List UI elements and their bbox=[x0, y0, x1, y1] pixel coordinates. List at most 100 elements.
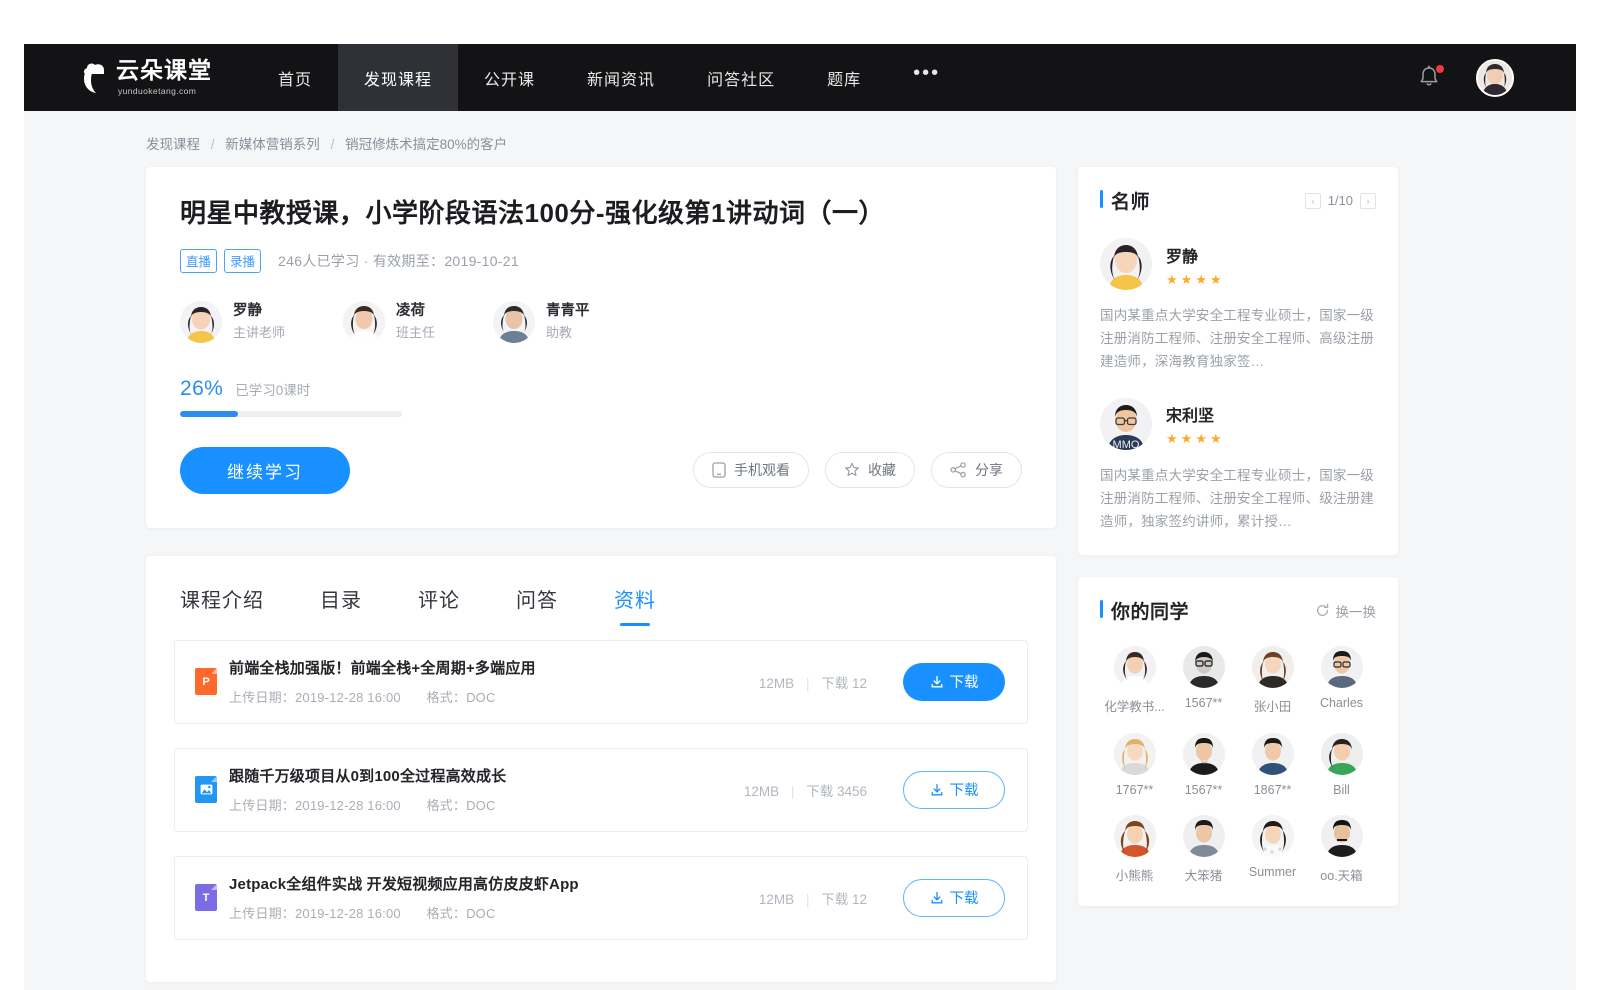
tab-course-intro[interactable]: 课程介绍 bbox=[180, 584, 264, 626]
teacher-role: 助教 bbox=[546, 323, 590, 343]
download-button[interactable]: 下载 bbox=[903, 879, 1005, 917]
list-item[interactable]: 大笨猪 bbox=[1169, 815, 1238, 884]
famous-teacher-description: 国内某重点大学安全工程专业硕士，国家一级注册消防工程师、注册安全工程师、级注册建… bbox=[1100, 464, 1376, 534]
star-icon: ★ bbox=[1166, 273, 1178, 286]
progress-section: 26% 已学习0课时 bbox=[180, 377, 1022, 417]
file-size: 12MB bbox=[759, 676, 794, 691]
download-button[interactable]: 下载 bbox=[903, 771, 1005, 809]
breadcrumb-separator-0: / bbox=[211, 137, 215, 152]
chevron-right-icon[interactable]: › bbox=[1360, 193, 1376, 209]
nav-item-public-class[interactable]: 公开课 bbox=[458, 44, 561, 111]
progress-percent: 26% bbox=[180, 377, 223, 401]
tab-comments[interactable]: 评论 bbox=[418, 584, 460, 626]
avatar bbox=[1183, 815, 1225, 857]
teacher-item[interactable]: 罗静 主讲老师 bbox=[180, 301, 285, 343]
file-stats: 12MB | 下载 12 bbox=[759, 672, 867, 692]
avatar bbox=[1321, 733, 1363, 775]
main-column: 明星中教授课，小学阶段语法100分-强化级第1讲动词（一） 直播 录播 246人… bbox=[146, 167, 1056, 982]
classmate-name: oo.天箱 bbox=[1320, 865, 1362, 884]
list-item[interactable]: oo.天箱 bbox=[1307, 815, 1376, 884]
download-label: 下载 bbox=[950, 887, 979, 908]
classmate-name: 小熊熊 bbox=[1116, 865, 1154, 884]
file-type-icon-image bbox=[195, 776, 217, 803]
avatar: MMO bbox=[1100, 398, 1152, 450]
top-navigation-bar: 云朵课堂 yunduoketang.com 首页 发现课程 公开课 新闻资讯 问… bbox=[24, 44, 1576, 111]
nav-item-question-bank[interactable]: 题库 bbox=[801, 44, 887, 111]
classmate-name: 1567** bbox=[1185, 696, 1223, 710]
progress-bar-fill bbox=[180, 411, 238, 417]
logo-area[interactable]: 云朵课堂 yunduoketang.com bbox=[24, 44, 252, 111]
nav-item-news[interactable]: 新闻资讯 bbox=[561, 44, 681, 111]
list-item[interactable]: Summer bbox=[1238, 815, 1307, 884]
list-item[interactable]: 跟随千万级项目从0到100全过程高效成长 上传日期：2019-12-28 16:… bbox=[174, 748, 1028, 832]
list-item[interactable]: 1567** bbox=[1169, 646, 1238, 715]
file-upload-date: 上传日期：2019-12-28 16:00 bbox=[229, 798, 401, 813]
file-format: 格式：DOC bbox=[426, 798, 495, 813]
chevron-left-icon[interactable]: ‹ bbox=[1305, 193, 1321, 209]
teacher-role: 班主任 bbox=[396, 323, 435, 343]
avatar bbox=[1252, 815, 1294, 857]
list-item[interactable]: 1567** bbox=[1169, 733, 1238, 797]
download-label: 下载 bbox=[950, 779, 979, 800]
course-detail-card: 课程介绍 目录 评论 问答 资料 P 前端全栈加强版！前端全栈+全周期+多端应用… bbox=[146, 556, 1056, 982]
famous-teachers-card: 名师 ‹ 1/10 › bbox=[1078, 167, 1398, 555]
tab-qa[interactable]: 问答 bbox=[516, 584, 558, 626]
star-icon: ★ bbox=[1181, 273, 1193, 286]
continue-learning-button[interactable]: 继续学习 bbox=[180, 447, 350, 494]
teacher-item[interactable]: 凌荷 班主任 bbox=[343, 301, 435, 343]
tab-materials[interactable]: 资料 bbox=[614, 584, 656, 626]
breadcrumb-separator-1: / bbox=[331, 137, 335, 152]
list-item[interactable]: 小熊熊 bbox=[1100, 815, 1169, 884]
classmate-name: 1567** bbox=[1185, 783, 1223, 797]
breadcrumb: 发现课程 / 新媒体营销系列 / 销冠修炼术搞定80%的客户 bbox=[24, 111, 1576, 167]
avatar bbox=[343, 301, 385, 343]
list-item[interactable]: 张小田 bbox=[1238, 646, 1307, 715]
famous-teacher-item[interactable]: MMO 宋利坚 ★ ★ bbox=[1100, 398, 1376, 534]
star-icon: ★ bbox=[1166, 432, 1178, 445]
file-downloads: 下载 12 bbox=[821, 676, 867, 691]
classmate-name: 1867** bbox=[1254, 783, 1292, 797]
main-nav: 首页 发现课程 公开课 新闻资讯 问答社区 题库 ••• bbox=[252, 44, 966, 111]
list-item[interactable]: T Jetpack全组件实战 开发短视频应用高仿皮皮虾App 上传日期：2019… bbox=[174, 856, 1028, 940]
header-actions bbox=[1418, 44, 1576, 111]
pager-counter: 1/10 bbox=[1328, 193, 1353, 208]
download-button[interactable]: 下载 bbox=[903, 663, 1005, 701]
teacher-list: 罗静 主讲老师 bbox=[180, 301, 1022, 343]
file-title: Jetpack全组件实战 开发短视频应用高仿皮皮虾App bbox=[229, 873, 759, 894]
file-title: 前端全栈加强版！前端全栈+全周期+多端应用 bbox=[229, 657, 759, 678]
file-type-icon-ppt: P bbox=[195, 668, 217, 695]
breadcrumb-item-0[interactable]: 发现课程 bbox=[146, 137, 200, 152]
nav-item-qa-community[interactable]: 问答社区 bbox=[681, 44, 801, 111]
cloud-logo-icon bbox=[82, 61, 112, 95]
share-button[interactable]: 分享 bbox=[931, 452, 1022, 488]
nav-item-discover-courses[interactable]: 发现课程 bbox=[338, 44, 458, 111]
breadcrumb-item-1[interactable]: 新媒体营销系列 bbox=[225, 137, 320, 152]
classmates-card: 你的同学 换一换 bbox=[1078, 577, 1398, 906]
classmate-name: Charles bbox=[1320, 696, 1363, 710]
user-avatar[interactable] bbox=[1476, 59, 1514, 97]
list-item[interactable]: Charles bbox=[1307, 646, 1376, 715]
list-item[interactable]: 1767** bbox=[1100, 733, 1169, 797]
avatar bbox=[1321, 815, 1363, 857]
download-label: 下载 bbox=[950, 671, 979, 692]
watch-on-mobile-button[interactable]: 手机观看 bbox=[693, 452, 809, 488]
nav-more-icon[interactable]: ••• bbox=[887, 44, 966, 111]
tab-catalog[interactable]: 目录 bbox=[320, 584, 362, 626]
list-item[interactable]: 化学教书... bbox=[1100, 646, 1169, 715]
download-icon bbox=[930, 783, 944, 797]
list-item[interactable]: Bill bbox=[1307, 733, 1376, 797]
file-title: 跟随千万级项目从0到100全过程高效成长 bbox=[229, 765, 744, 786]
avatar bbox=[493, 301, 535, 343]
famous-teacher-item[interactable]: 罗静 ★ ★ ★ ★ 国内某重点大学安全工程专业硕士，国家一级注册消防工程师、注… bbox=[1100, 238, 1376, 374]
refresh-classmates-button[interactable]: 换一换 bbox=[1315, 601, 1377, 621]
teacher-item[interactable]: 青青平 助教 bbox=[493, 301, 590, 343]
list-item[interactable]: 1867** bbox=[1238, 733, 1307, 797]
avatar bbox=[1183, 646, 1225, 688]
nav-item-home[interactable]: 首页 bbox=[252, 44, 338, 111]
notification-bell-button[interactable] bbox=[1418, 65, 1442, 91]
file-subinfo: 上传日期：2019-12-28 16:00 格式：DOC bbox=[229, 687, 759, 706]
list-item[interactable]: P 前端全栈加强版！前端全栈+全周期+多端应用 上传日期：2019-12-28 … bbox=[174, 640, 1028, 724]
favorite-button[interactable]: 收藏 bbox=[825, 452, 915, 488]
classmate-name: 1767** bbox=[1116, 783, 1154, 797]
file-upload-date: 上传日期：2019-12-28 16:00 bbox=[229, 906, 401, 921]
